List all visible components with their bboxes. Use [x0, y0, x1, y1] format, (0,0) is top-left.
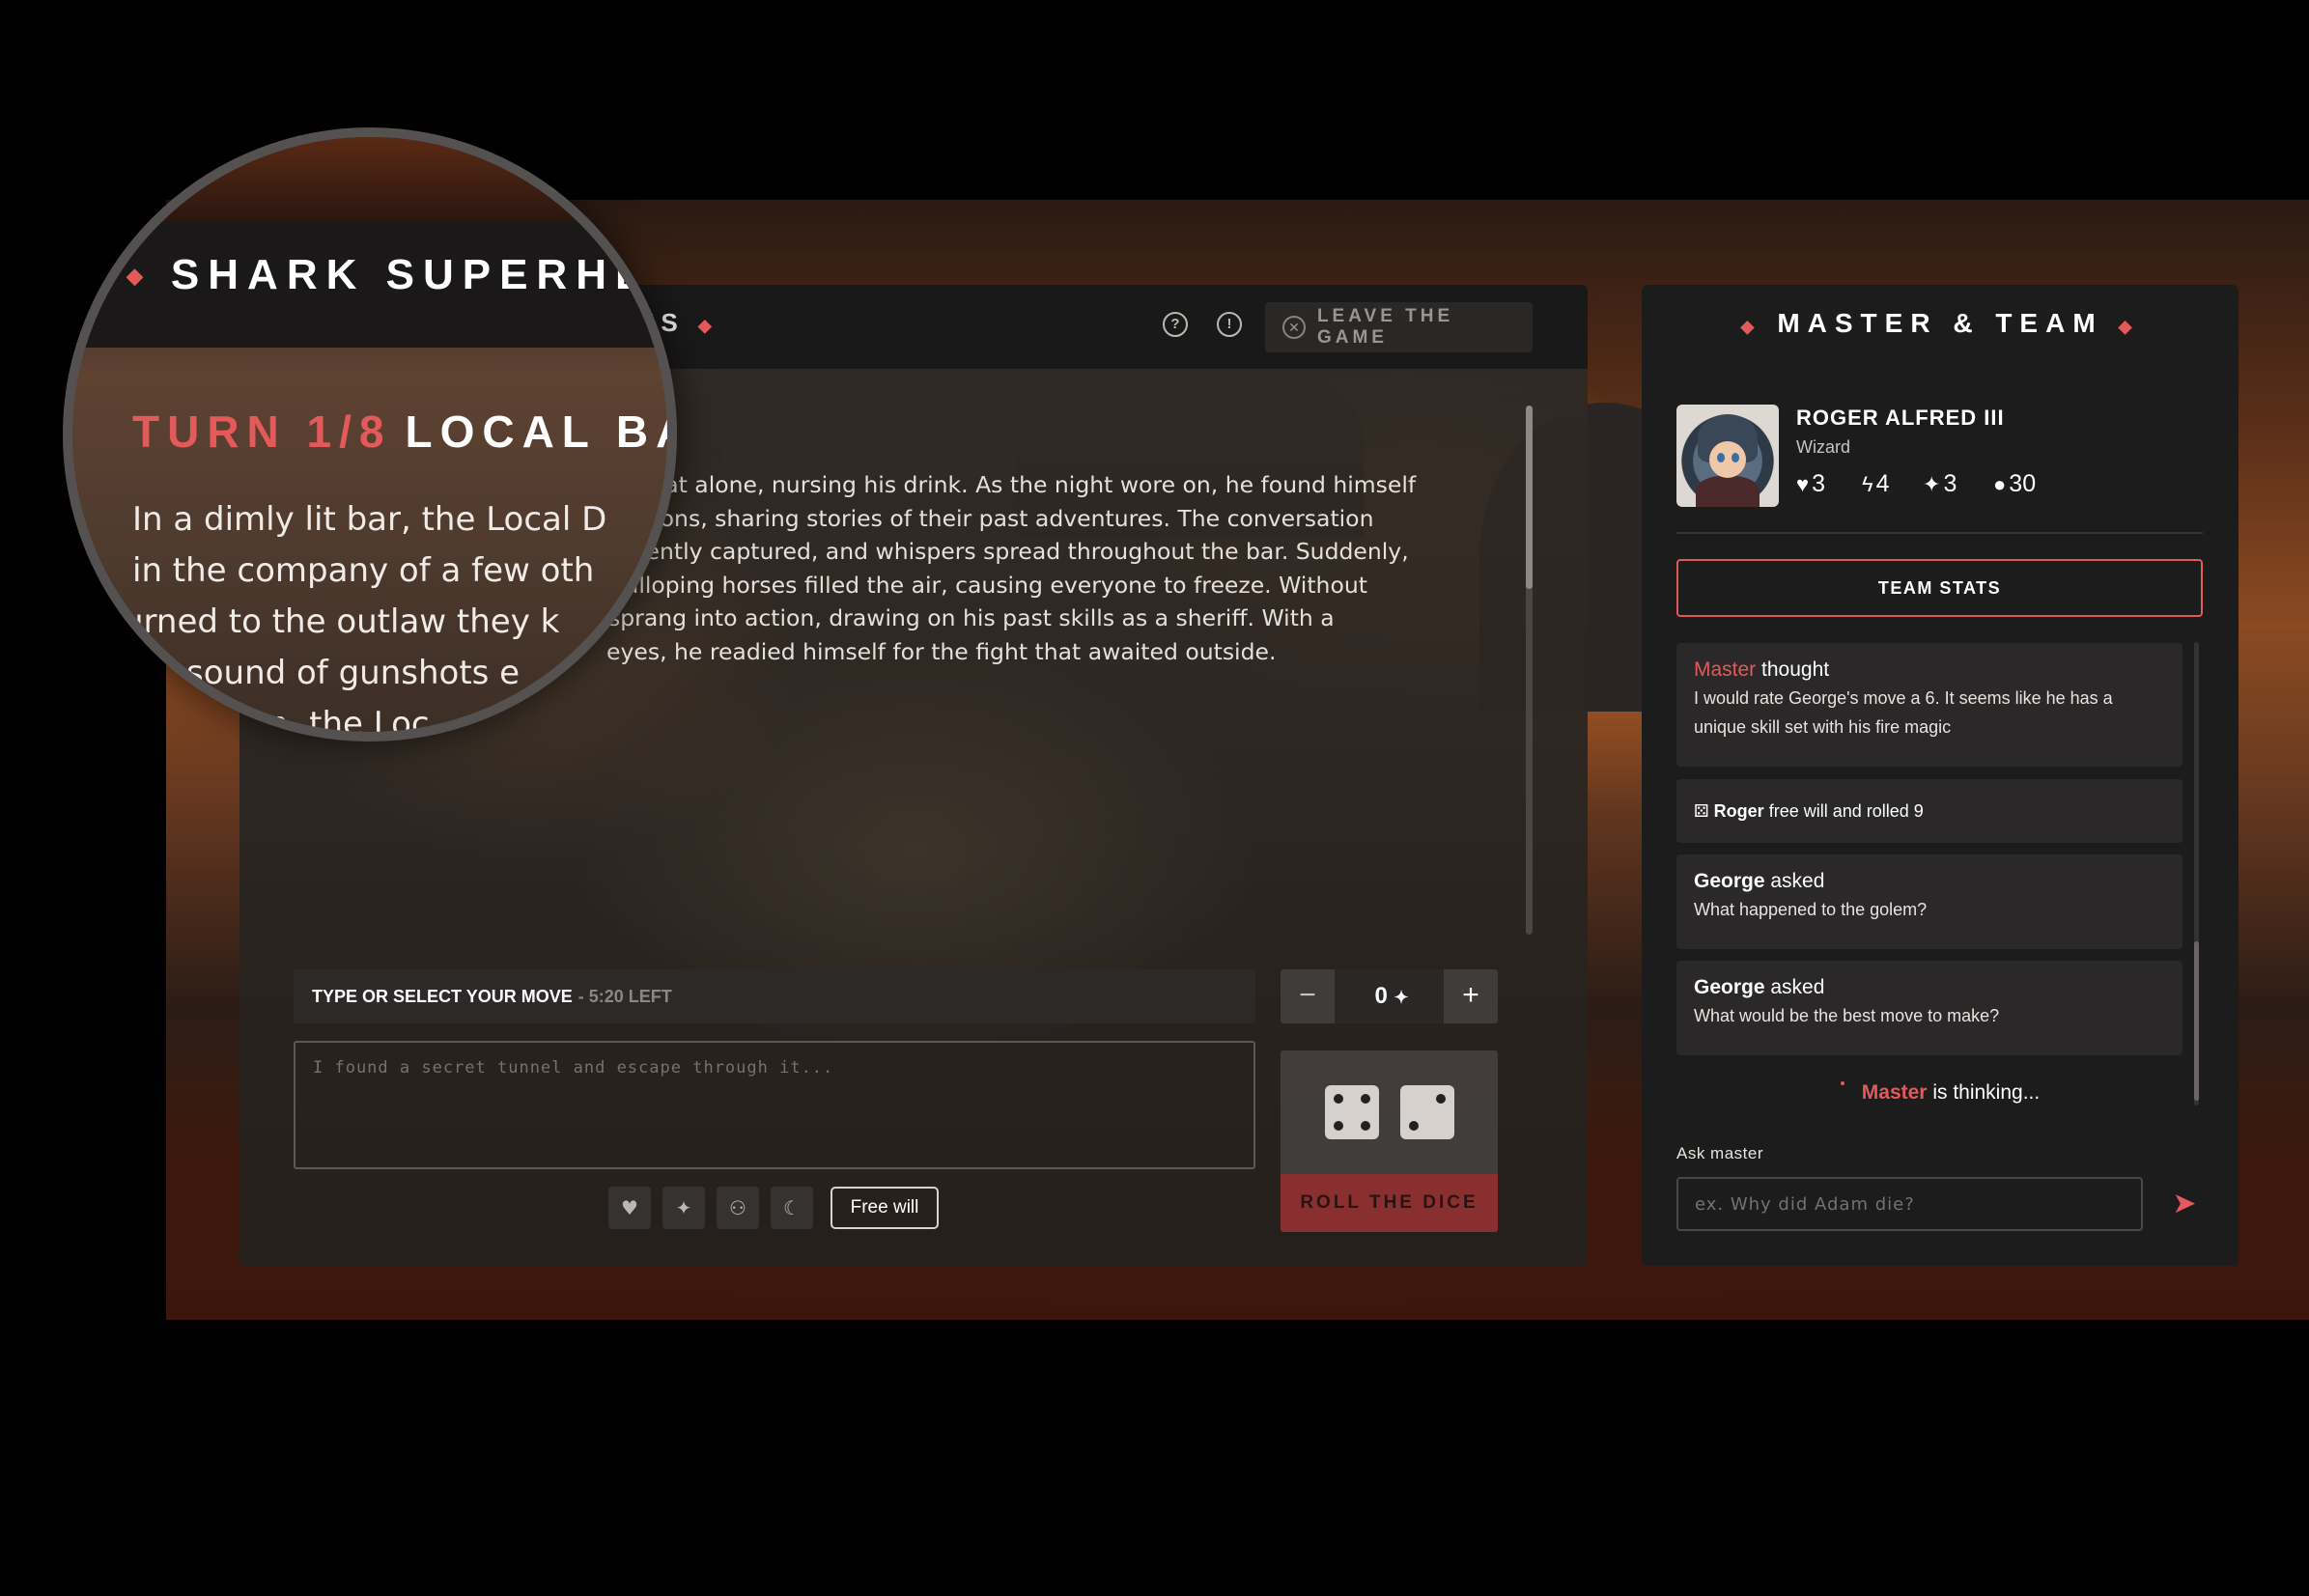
feed-item: George asked What happened to the golem? — [1676, 854, 2182, 949]
team-panel: ◆ MASTER & TEAM ◆ ROGER ALFRED III Wizard … — [1642, 285, 2239, 1266]
health-stat: ♥ 3 — [1796, 470, 1825, 497]
dice-area — [1281, 1050, 1498, 1174]
heart-icon: ♥ — [1796, 472, 1810, 496]
sparkle-icon: ✦ — [1394, 988, 1409, 1007]
person-run-icon[interactable]: ⚇ — [717, 1187, 759, 1229]
story-line: galloping horses filled the air, causing… — [610, 571, 1367, 599]
story-scrollbar[interactable] — [1526, 406, 1533, 935]
heart-icon[interactable]: ♥ — [608, 1187, 651, 1229]
info-icon[interactable]: ! — [1217, 312, 1242, 337]
story-line: patrons, sharing stories of their past a… — [614, 504, 1374, 532]
moon-icon[interactable]: ☾ — [771, 1187, 813, 1229]
move-label: TYPE OR SELECT YOUR MOVE - 5:20 LEFT — [294, 969, 1255, 1023]
move-input[interactable] — [294, 1041, 1255, 1169]
thinking-indicator: Master is thinking... — [1642, 1081, 2239, 1105]
team-stats-button[interactable]: TEAM STATS — [1676, 559, 2203, 617]
scrollbar-thumb[interactable] — [1526, 406, 1533, 589]
feed-scrollbar[interactable] — [2194, 642, 2199, 1106]
decrease-button[interactable]: − — [1281, 969, 1335, 1023]
divider — [1676, 532, 2203, 534]
coin-icon: ● — [1993, 472, 2007, 496]
bonus-value: 0 ✦ — [1374, 983, 1409, 1009]
die-four — [1325, 1085, 1379, 1139]
story-text: nk sat alone, nursing his drink. As the … — [606, 468, 1497, 668]
dice-icon: ⚄ — [1694, 801, 1709, 821]
character-name: ROGER ALFRED III — [1796, 406, 2005, 430]
story-line: recently captured, and whispers spread t… — [610, 538, 1409, 565]
leave-game-button[interactable]: ✕ LEAVE THE GAME — [1265, 302, 1533, 352]
die-two — [1400, 1085, 1454, 1139]
send-icon[interactable]: ➤ — [2167, 1187, 2202, 1221]
magnified-turn: TURN 1/8 LOCAL BA — [132, 406, 677, 457]
increase-button[interactable]: + — [1444, 969, 1498, 1023]
feed-item: ⚄ Roger free will and rolled 9 — [1676, 779, 2182, 843]
story-line: eyes, he readied himself for the fight t… — [606, 637, 1277, 665]
help-icon[interactable]: ? — [1163, 312, 1188, 337]
feed-item: Master thought I would rate George's mov… — [1676, 643, 2182, 767]
scrollbar-thumb[interactable] — [2194, 941, 2199, 1101]
coins-stat: ● 30 — [1993, 470, 2037, 497]
feed-item: George asked What would be the best move… — [1676, 961, 2182, 1055]
story-line: nk sat alone, nursing his drink. As the … — [618, 471, 1417, 498]
lightning-icon: ϟ — [1862, 472, 1873, 496]
power-stat: ϟ4 — [1862, 470, 1890, 497]
screenshot-stage: ES ◆ ? ! ✕ LEAVE THE GAME nk sat alone, … — [0, 0, 2309, 1596]
sparkle-icon: ✦ — [1923, 472, 1941, 496]
story-line: sprang into action, drawing on his past … — [608, 604, 1335, 631]
close-circle-icon: ✕ — [1282, 316, 1306, 339]
magnified-title: ◆ SHARK SUPERHE — [127, 251, 653, 298]
ask-master-input[interactable] — [1676, 1177, 2143, 1231]
roll-dice-button[interactable]: ROLL THE DICE — [1281, 1174, 1498, 1232]
move-timer: - 5:20 LEFT — [577, 986, 672, 1006]
magic-stat: ✦ 3 — [1923, 470, 1957, 497]
avatar — [1676, 405, 1779, 507]
ask-label: Ask master — [1676, 1144, 1764, 1162]
sparkle-icon[interactable]: ✦ — [662, 1187, 705, 1229]
magnified-story: In a dimly lit bar, the Local D in the c… — [123, 500, 607, 742]
bonus-stepper: − 0 ✦ + — [1281, 969, 1498, 1023]
free-will-button[interactable]: Free will — [831, 1187, 939, 1229]
loading-dot-icon — [1840, 1081, 1844, 1085]
magnifier-lens: ◆ SHARK SUPERHE TURN 1/8 LOCAL BA In a dim… — [63, 127, 677, 742]
character-class: Wizard — [1796, 437, 1851, 457]
team-panel-title: ◆ MASTER & TEAM ◆ — [1740, 308, 2140, 338]
